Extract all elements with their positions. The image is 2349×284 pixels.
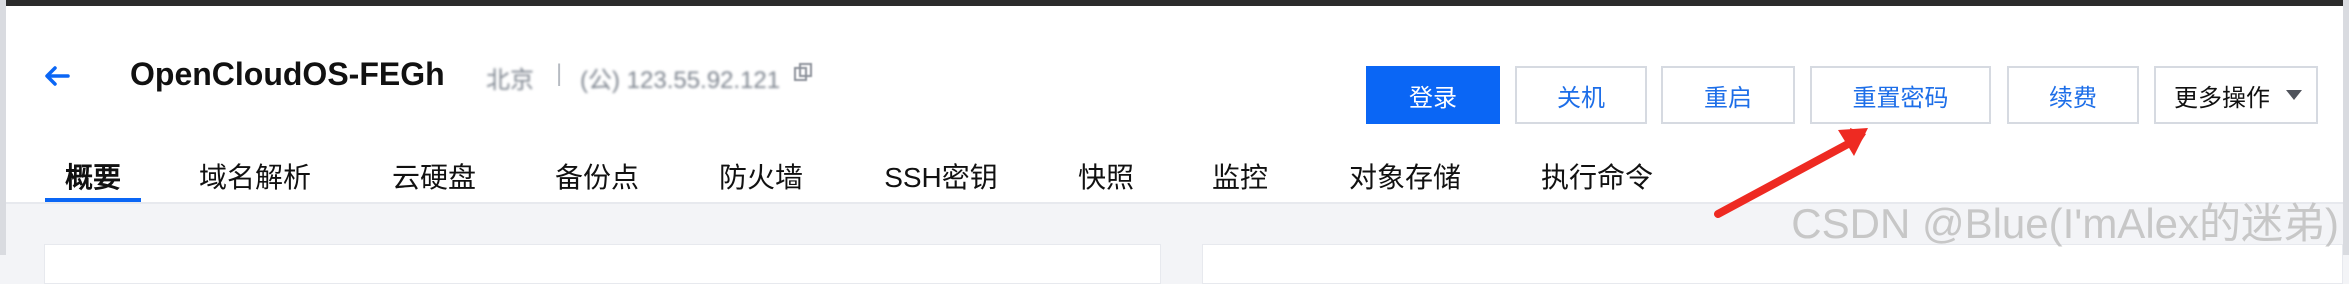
copy-icon[interactable] bbox=[792, 62, 814, 84]
tab-backup-points[interactable]: 备份点 bbox=[554, 150, 640, 202]
tab-overview[interactable]: 概要 bbox=[45, 150, 141, 202]
right-edge bbox=[2343, 0, 2349, 255]
tab-run-command[interactable]: 执行命令 bbox=[1540, 150, 1654, 202]
caret-down-icon bbox=[2286, 90, 2302, 100]
shutdown-button[interactable]: 关机 bbox=[1515, 66, 1647, 124]
tab-firewall[interactable]: 防火墙 bbox=[718, 150, 804, 202]
tab-monitoring[interactable]: 监控 bbox=[1212, 150, 1268, 202]
tab-ssh-keys[interactable]: SSH密钥 bbox=[884, 150, 998, 202]
more-actions-label: 更多操作 bbox=[2174, 84, 2270, 112]
tab-domain-resolution[interactable]: 域名解析 bbox=[198, 150, 312, 202]
login-button[interactable]: 登录 bbox=[1366, 66, 1500, 124]
tab-object-storage[interactable]: 对象存储 bbox=[1348, 150, 1462, 202]
csdn-watermark: CSDN @Blue(I'mAlex的迷弟) bbox=[1791, 200, 2339, 247]
arrow-left-icon[interactable] bbox=[40, 58, 76, 94]
public-ip-text: (公) 123.55.92.121 bbox=[580, 67, 781, 94]
more-actions-dropdown[interactable]: 更多操作 bbox=[2154, 66, 2318, 124]
region-text: 北京 bbox=[486, 67, 534, 94]
restart-button[interactable]: 重启 bbox=[1661, 66, 1795, 124]
tab-snapshots[interactable]: 快照 bbox=[1078, 150, 1134, 202]
instance-title: OpenCloudOS-FEGh bbox=[130, 56, 445, 92]
tab-cloud-disk[interactable]: 云硬盘 bbox=[391, 150, 477, 202]
separator: | bbox=[556, 60, 563, 87]
renew-button[interactable]: 续费 bbox=[2007, 66, 2139, 124]
content-card-left bbox=[44, 244, 1161, 284]
reset-password-button[interactable]: 重置密码 bbox=[1810, 66, 1991, 124]
